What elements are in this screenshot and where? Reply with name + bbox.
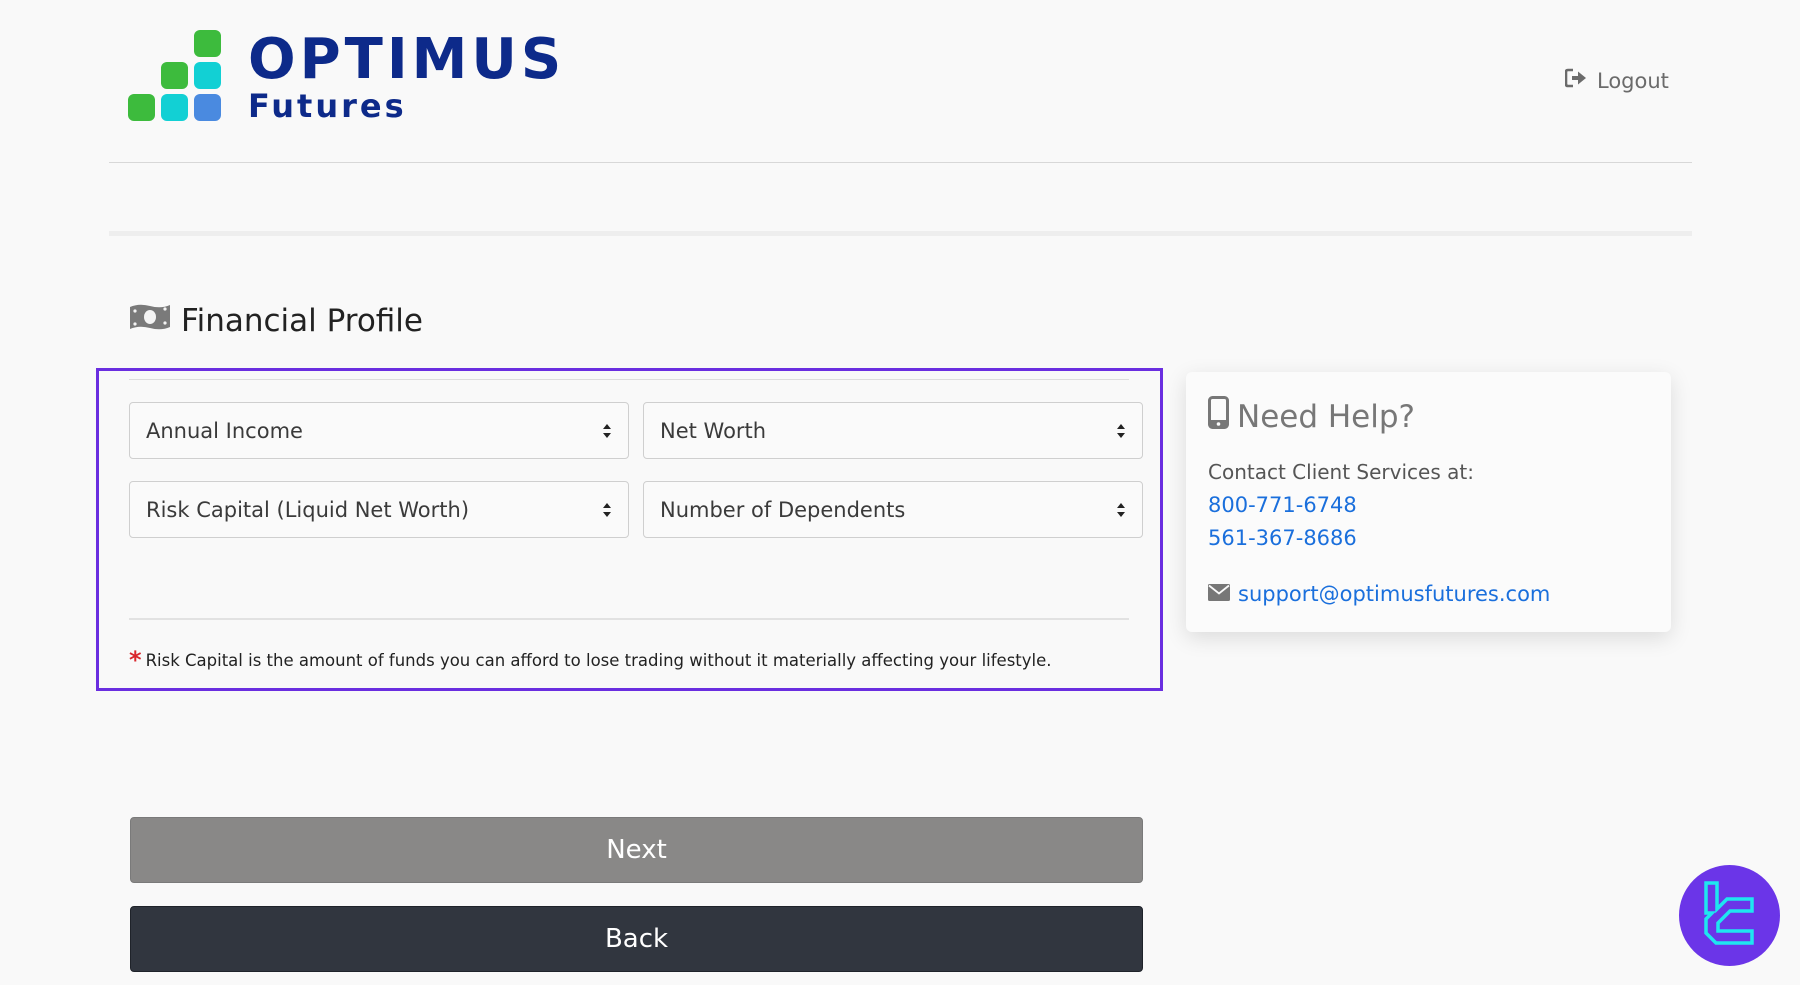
progress-divider — [109, 231, 1692, 236]
optimus-futures-logo[interactable]: OPTIMUS Futures — [128, 28, 568, 128]
need-help-card: Need Help? Contact Client Services at: 8… — [1186, 372, 1671, 632]
select-value: Net Worth — [660, 418, 767, 443]
financial-profile-form: Annual Income Net Worth Risk Capital (Li… — [96, 368, 1163, 691]
envelope-icon — [1208, 582, 1230, 606]
help-title-text: Need Help? — [1237, 398, 1415, 435]
page: OPTIMUS Futures Logout Financial Profile — [0, 0, 1800, 985]
sort-caret-icon — [603, 502, 611, 517]
logout-link[interactable]: Logout — [1564, 68, 1669, 93]
logout-label: Logout — [1597, 68, 1669, 93]
logo-square — [128, 94, 155, 121]
form-bottom-divider — [129, 618, 1129, 620]
page-title: Financial Profile — [181, 303, 423, 339]
back-button[interactable]: Back — [130, 906, 1143, 972]
select-value: Annual Income — [146, 418, 303, 443]
email-link[interactable]: support@optimusfutures.com — [1208, 582, 1550, 606]
logo-square — [161, 62, 188, 89]
annual-income-select[interactable]: Annual Income — [129, 402, 629, 459]
logo-square — [194, 94, 221, 121]
sort-caret-icon — [1117, 502, 1125, 517]
sort-caret-icon — [1117, 423, 1125, 438]
help-title: Need Help? — [1208, 396, 1415, 437]
logo-brand-text: OPTIMUS — [248, 27, 566, 92]
note-text: Risk Capital is the amount of funds you … — [145, 650, 1052, 670]
select-value: Risk Capital (Liquid Net Worth) — [146, 497, 470, 522]
contact-label: Contact Client Services at: — [1208, 460, 1474, 484]
section-header: Financial Profile — [129, 302, 423, 340]
sign-out-icon — [1564, 68, 1587, 93]
form-top-divider — [129, 379, 1129, 380]
phone-link-secondary[interactable]: 561-367-8686 — [1208, 526, 1357, 550]
next-button[interactable]: Next — [130, 817, 1143, 883]
phone-link-primary[interactable]: 800-771-6748 — [1208, 493, 1357, 517]
net-worth-select[interactable]: Net Worth — [643, 402, 1143, 459]
logo-square — [194, 62, 221, 89]
select-value: Number of Dependents — [660, 497, 906, 522]
asterisk-icon: * — [129, 646, 142, 674]
logo-sub-text: Futures — [248, 87, 407, 125]
email-text: support@optimusfutures.com — [1238, 582, 1551, 606]
mobile-phone-icon — [1208, 396, 1229, 437]
logo-square — [194, 30, 221, 57]
logo-square — [161, 94, 188, 121]
tradingfinder-badge[interactable] — [1679, 865, 1780, 966]
risk-capital-select[interactable]: Risk Capital (Liquid Net Worth) — [129, 481, 629, 538]
money-bill-icon — [129, 302, 171, 340]
tradingfinder-logo-icon — [1700, 879, 1760, 953]
header-divider — [109, 162, 1692, 163]
risk-capital-note: * Risk Capital is the amount of funds yo… — [129, 648, 1052, 672]
sort-caret-icon — [603, 423, 611, 438]
number-of-dependents-select[interactable]: Number of Dependents — [643, 481, 1143, 538]
